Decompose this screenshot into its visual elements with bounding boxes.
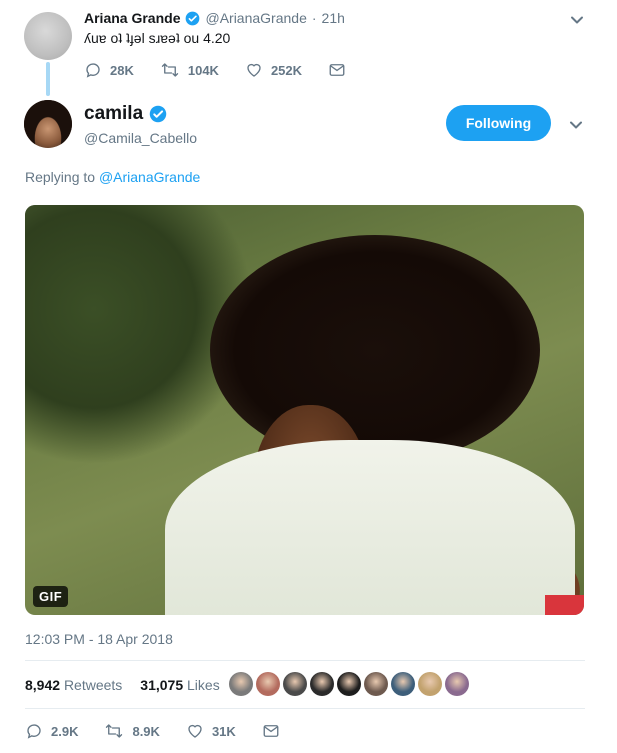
parent-tweet-text: ʎuɐ oʇ ʇɟǝl sɹɐǝʇ ou 4.20 [84, 30, 231, 46]
divider-bottom [25, 708, 585, 709]
likes-stat[interactable]: 31,075 Likes [140, 677, 219, 693]
reply-count: 2.9K [51, 723, 79, 739]
chevron-down-icon[interactable] [566, 115, 586, 135]
avatar-ariana[interactable] [24, 12, 72, 60]
reply-count: 28K [110, 62, 134, 78]
message-icon [328, 61, 346, 79]
reply-icon [84, 61, 102, 79]
like-icon [186, 722, 204, 740]
retweets-label: Retweets [63, 677, 123, 693]
liker-avatar[interactable] [337, 672, 361, 696]
gif-badge: GIF [33, 586, 69, 607]
liker-avatar[interactable] [391, 672, 415, 696]
liker-avatar[interactable] [283, 672, 307, 696]
direct-message-button[interactable] [262, 722, 280, 740]
reply-icon [25, 722, 43, 740]
liker-avatar[interactable] [445, 672, 469, 696]
tweet-timestamp[interactable]: 12:03 PM - 18 Apr 2018 [25, 631, 173, 647]
liker-avatar[interactable] [229, 672, 253, 696]
liker-avatar[interactable] [310, 672, 334, 696]
parent-author-name[interactable]: Ariana Grande [84, 10, 180, 26]
retweet-count: 8.9K [132, 723, 160, 739]
parent-tweet-header: Ariana Grande @ArianaGrande · 21h [84, 10, 345, 26]
parent-separator: · [311, 10, 317, 26]
following-button[interactable]: Following [446, 105, 551, 141]
avatar-camila[interactable] [24, 100, 72, 148]
like-count: 31K [211, 723, 236, 739]
shirt [165, 440, 575, 615]
parent-author-handle[interactable]: @ArianaGrande [205, 10, 306, 26]
replying-to: Replying to @ArianaGrande [25, 169, 200, 185]
likes-label: Likes [187, 677, 220, 693]
liker-avatar[interactable] [256, 672, 280, 696]
retweet-button[interactable]: 104K [160, 61, 219, 79]
liker-avatar[interactable] [418, 672, 442, 696]
parent-timestamp[interactable]: 21h [322, 10, 345, 26]
reply-button[interactable]: 28K [84, 61, 134, 79]
main-author-handle[interactable]: @Camila_Cabello [84, 130, 197, 146]
red-cloth [545, 595, 584, 615]
verified-badge-icon [149, 105, 167, 123]
main-author-name[interactable]: camila [84, 103, 143, 125]
retweet-count: 104K [187, 62, 219, 78]
main-author-row: camila [84, 103, 167, 125]
retweets-stat[interactable]: 8,942 Retweets [25, 677, 122, 693]
retweet-button[interactable]: 8.9K [104, 722, 160, 740]
parent-actions: 28K 104K 252K [84, 61, 346, 79]
verified-badge-icon [185, 11, 200, 26]
like-count: 252K [270, 62, 303, 78]
replying-to-handle[interactable]: @ArianaGrande [99, 169, 200, 185]
like-icon [245, 61, 263, 79]
divider-top [25, 660, 585, 661]
engagement-stats: 8,942 Retweets 31,075 Likes [25, 677, 220, 693]
retweets-total: 8,942 [25, 677, 61, 693]
chevron-down-icon[interactable] [567, 10, 587, 30]
gif-media[interactable]: GIF [25, 205, 584, 615]
likes-total: 31,075 [140, 677, 184, 693]
replying-to-prefix: Replying to [25, 169, 96, 185]
liker-avatar[interactable] [364, 672, 388, 696]
direct-message-button[interactable] [328, 61, 346, 79]
like-button[interactable]: 31K [186, 722, 236, 740]
thread-connector [46, 62, 50, 96]
liker-avatars [229, 672, 469, 696]
message-icon [262, 722, 280, 740]
main-actions: 2.9K 8.9K 31K [25, 722, 280, 740]
hair [210, 235, 540, 465]
like-button[interactable]: 252K [245, 61, 302, 79]
reply-button[interactable]: 2.9K [25, 722, 78, 740]
retweet-icon [160, 61, 180, 79]
retweet-icon [104, 722, 124, 740]
